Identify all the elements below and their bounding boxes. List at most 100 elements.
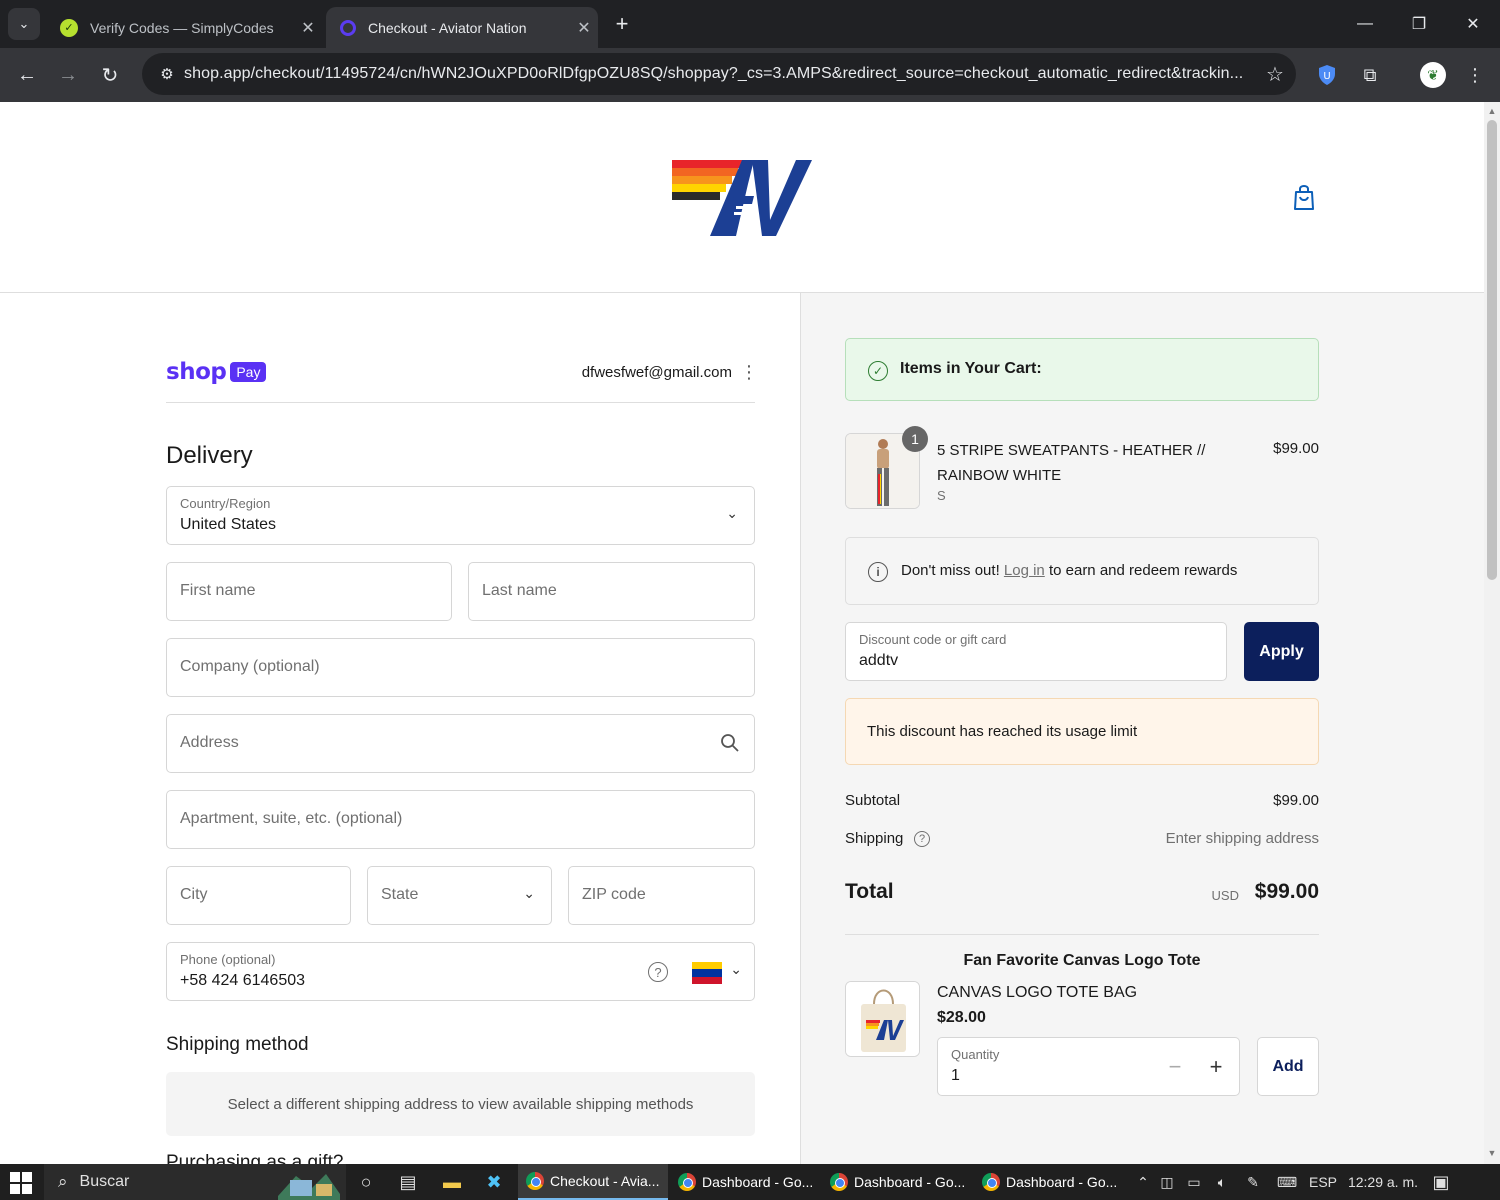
language-indicator[interactable]: ESP bbox=[1304, 1174, 1342, 1190]
new-tab-icon[interactable]: + bbox=[608, 10, 636, 38]
tab-simplycodes[interactable]: ✓ Verify Codes — SimplyCodes ✕ bbox=[46, 7, 322, 48]
shopping-bag-icon[interactable] bbox=[1290, 182, 1318, 212]
shipping-value: Enter shipping address bbox=[1165, 830, 1319, 847]
product-title: 5 STRIPE SWEATPANTS - HEATHER // RAINBOW… bbox=[937, 442, 1206, 484]
gift-heading: Purchasing as a gift? bbox=[166, 1152, 344, 1164]
address-placeholder: Address bbox=[180, 734, 239, 751]
venezuela-flag-icon[interactable] bbox=[692, 962, 722, 984]
scroll-up-icon[interactable]: ▲ bbox=[1486, 106, 1498, 118]
city-field[interactable]: City bbox=[166, 866, 351, 925]
total-currency: USD bbox=[1211, 888, 1239, 903]
state-placeholder: State bbox=[381, 886, 419, 903]
taskbar-app-title: Dashboard - Go... bbox=[854, 1174, 966, 1190]
discount-value: addtv bbox=[859, 652, 899, 669]
discount-code-field[interactable]: Discount code or gift card addtv bbox=[845, 622, 1227, 681]
browser-menu-icon[interactable]: ⋮ bbox=[1462, 62, 1488, 88]
country-select[interactable]: Country/Region United States ⌄ bbox=[166, 486, 755, 545]
bookmark-star-icon[interactable]: ☆ bbox=[1254, 62, 1296, 87]
shipping-method-message: Select a different shipping address to v… bbox=[166, 1072, 755, 1136]
back-icon[interactable]: ← bbox=[12, 60, 42, 90]
help-icon[interactable]: ? bbox=[648, 962, 668, 982]
rewards-text: Don't miss out! Log in to earn and redee… bbox=[901, 562, 1237, 579]
phone-field[interactable]: Phone (optional) +58 424 6146503 ? ⌄ bbox=[166, 942, 755, 1001]
volume-icon[interactable]: 🔈︎ bbox=[1208, 1174, 1236, 1191]
close-window-icon[interactable]: ✕ bbox=[1446, 0, 1500, 48]
scrollbar-thumb[interactable] bbox=[1487, 120, 1497, 580]
windows-start-icon[interactable] bbox=[10, 1172, 32, 1194]
keyboard-icon[interactable]: ⌨ bbox=[1270, 1174, 1304, 1191]
first-name-field[interactable]: First name bbox=[166, 562, 452, 621]
cortana-icon[interactable]: ○ bbox=[354, 1170, 378, 1194]
last-name-field[interactable]: Last name bbox=[468, 562, 755, 621]
meet-now-icon[interactable]: ◫ bbox=[1154, 1174, 1180, 1191]
total-label: Total bbox=[845, 880, 894, 903]
divider bbox=[845, 934, 1319, 935]
add-button[interactable]: Add bbox=[1257, 1037, 1319, 1096]
info-icon: i bbox=[868, 562, 888, 582]
state-select[interactable]: State ⌄ bbox=[367, 866, 552, 925]
close-tab-icon[interactable]: ✕ bbox=[294, 18, 322, 38]
company-field[interactable]: Company (optional) bbox=[166, 638, 755, 697]
minus-icon[interactable]: − bbox=[1163, 1054, 1187, 1080]
zip-field[interactable]: ZIP code bbox=[568, 866, 755, 925]
quantity-stepper[interactable]: Quantity 1 − + bbox=[937, 1037, 1240, 1096]
divider bbox=[166, 402, 755, 403]
taskbar-app-dashboard[interactable]: Dashboard - Go... bbox=[822, 1164, 972, 1200]
task-view-icon[interactable]: ▤ bbox=[396, 1170, 420, 1194]
taskbar-app-checkout[interactable]: Checkout - Avia... bbox=[518, 1164, 668, 1200]
help-icon[interactable]: ? bbox=[914, 831, 930, 847]
windows-taskbar: ⌕ Buscar ○ ▤ ▬ ✖ Checkout - Avia... Dash… bbox=[0, 1164, 1500, 1200]
tab-title: Checkout - Aviator Nation bbox=[368, 19, 527, 36]
clock[interactable]: 12:29 a. m. bbox=[1342, 1174, 1424, 1190]
account-email: dfwesfwef@gmail.com bbox=[581, 364, 732, 381]
svg-text:U: U bbox=[1323, 71, 1330, 82]
browser-toolbar: ← → ↻ ⚙ shop.app/checkout/11495724/cn/hW… bbox=[0, 48, 1500, 102]
scroll-down-icon[interactable]: ▼ bbox=[1486, 1148, 1498, 1160]
aviator-nation-logo[interactable] bbox=[672, 156, 814, 236]
tab-checkout[interactable]: Checkout - Aviator Nation ✕ bbox=[326, 7, 598, 48]
notifications-icon[interactable]: ▣ bbox=[1424, 1172, 1458, 1193]
close-tab-icon[interactable]: ✕ bbox=[570, 18, 598, 38]
extensions-puzzle-icon[interactable]: ⧉ bbox=[1357, 62, 1383, 88]
network-icon[interactable]: ▭ bbox=[1180, 1174, 1208, 1191]
chevron-down-icon[interactable]: ⌄ bbox=[730, 961, 742, 978]
tab-search-dropdown[interactable]: ⌄ bbox=[8, 8, 40, 40]
search-icon: ⌕ bbox=[58, 1172, 68, 1191]
login-link[interactable]: Log in bbox=[1004, 562, 1045, 579]
chevron-down-icon: ⌄ bbox=[726, 505, 738, 521]
delivery-heading: Delivery bbox=[166, 442, 253, 469]
shipping-method-heading: Shipping method bbox=[166, 1034, 309, 1055]
site-settings-icon[interactable]: ⚙ bbox=[150, 65, 184, 83]
address-bar[interactable]: ⚙ shop.app/checkout/11495724/cn/hWN2JOuX… bbox=[142, 53, 1296, 95]
search-icon bbox=[721, 734, 739, 752]
taskbar-app-dashboard[interactable]: Dashboard - Go... bbox=[974, 1164, 1124, 1200]
file-explorer-icon[interactable]: ▬ bbox=[440, 1170, 464, 1194]
subtotal-value: $99.00 bbox=[1273, 792, 1319, 809]
apartment-field[interactable]: Apartment, suite, etc. (optional) bbox=[166, 790, 755, 849]
plus-icon[interactable]: + bbox=[1204, 1054, 1228, 1080]
restore-icon[interactable]: ❐ bbox=[1392, 0, 1446, 48]
address-field[interactable]: Address bbox=[166, 714, 755, 773]
pen-icon[interactable]: ✎ bbox=[1236, 1174, 1270, 1191]
discount-error: This discount has reached its usage limi… bbox=[845, 698, 1319, 765]
shop-pay-logo: shop Pay bbox=[166, 358, 267, 386]
chevron-up-icon[interactable]: ⌃ bbox=[1132, 1174, 1154, 1191]
account-menu-icon[interactable]: ⋮ bbox=[740, 362, 758, 382]
city-placeholder: City bbox=[180, 886, 208, 903]
forward-icon[interactable]: → bbox=[53, 60, 83, 90]
minimize-icon[interactable]: — bbox=[1338, 0, 1392, 48]
rewards-prefix: Don't miss out! bbox=[901, 562, 1000, 579]
rewards-suffix: to earn and redeem rewards bbox=[1048, 562, 1238, 579]
profile-avatar-icon[interactable]: ❦ bbox=[1420, 62, 1446, 88]
shipping-label: Shipping bbox=[845, 830, 904, 847]
app-icon[interactable]: ✖ bbox=[482, 1170, 506, 1194]
reload-icon[interactable]: ↻ bbox=[95, 60, 125, 90]
taskbar-app-dashboard[interactable]: Dashboard - Go... bbox=[670, 1164, 820, 1200]
taskbar-search[interactable]: ⌕ Buscar bbox=[44, 1164, 346, 1200]
cart-notice-text: Items in Your Cart: bbox=[900, 360, 1042, 377]
tote-image bbox=[845, 981, 920, 1057]
apply-button[interactable]: Apply bbox=[1244, 622, 1319, 681]
apartment-placeholder: Apartment, suite, etc. (optional) bbox=[180, 810, 403, 827]
shield-extension-icon[interactable]: U bbox=[1314, 62, 1340, 88]
chevron-down-icon: ⌄ bbox=[523, 885, 535, 901]
